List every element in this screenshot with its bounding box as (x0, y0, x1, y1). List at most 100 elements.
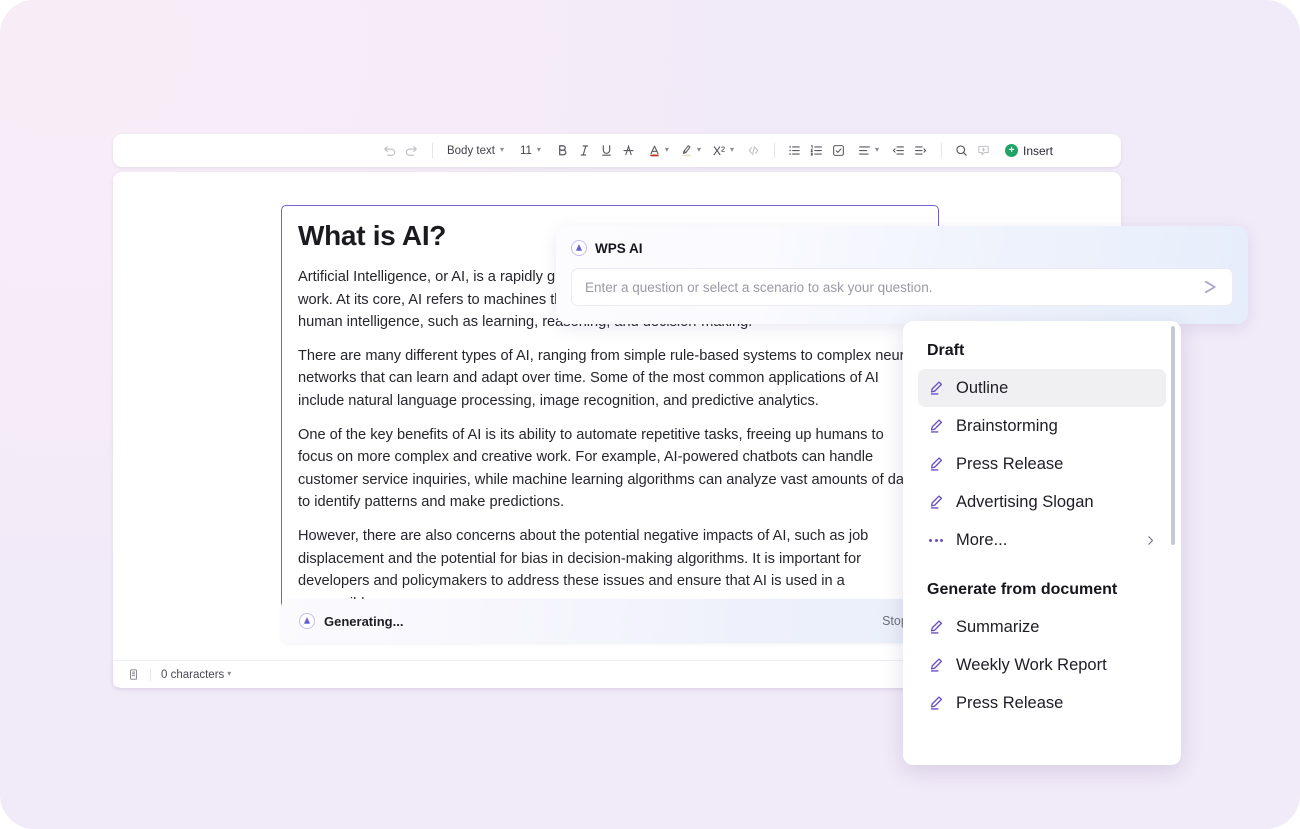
code-button[interactable] (743, 139, 765, 163)
increase-indent-icon (913, 143, 928, 158)
menu-item-label: More... (956, 530, 1008, 549)
undo-button[interactable] (379, 139, 401, 163)
font-color-button[interactable]: ▾ (644, 139, 672, 163)
menu-item-advertising-slogan[interactable]: Advertising Slogan (918, 483, 1166, 521)
pencil-icon (927, 694, 945, 712)
insert-button-label: Insert (1022, 143, 1053, 158)
font-size-label: 11 (519, 144, 532, 157)
italic-icon (577, 143, 592, 158)
pencil-icon (927, 417, 945, 435)
chevron-down-icon: ▾ (729, 145, 734, 154)
menu-item-label: Weekly Work Report (956, 655, 1107, 674)
menu-item-more[interactable]: More... (918, 521, 1166, 559)
italic-button[interactable] (574, 139, 596, 163)
align-button[interactable]: ▾ (854, 139, 882, 163)
toolbar-divider (431, 143, 433, 158)
redo-button[interactable] (401, 139, 423, 163)
strikethrough-icon (621, 143, 636, 158)
wps-ai-panel: WPS AI (556, 226, 1248, 324)
chevron-down-icon: ▾ (696, 145, 701, 154)
numbered-list-icon (809, 143, 824, 158)
insert-button[interactable]: + Insert (1004, 143, 1053, 158)
formatting-toolbar: Body text ▾ 11 ▾ ▾ ▾ X² ▾ ▾ + Insert (113, 134, 1121, 167)
font-color-icon (647, 143, 662, 158)
toolbar-divider (940, 143, 942, 158)
status-divider (150, 668, 151, 681)
decrease-indent-button[interactable] (888, 139, 910, 163)
pencil-icon (927, 656, 945, 674)
decrease-indent-icon (891, 143, 906, 158)
bold-button[interactable] (552, 139, 574, 163)
menu-item-label: Advertising Slogan (956, 492, 1094, 511)
chevron-down-icon: ▾ (536, 145, 541, 154)
code-icon (746, 143, 761, 158)
wps-ai-title: WPS AI (595, 240, 643, 256)
ai-question-input-wrapper[interactable] (571, 268, 1233, 306)
ai-question-input[interactable] (585, 279, 1190, 295)
bullet-list-icon (787, 143, 802, 158)
superscript-button[interactable]: X² ▾ (708, 139, 737, 163)
app-window: Body text ▾ 11 ▾ ▾ ▾ X² ▾ ▾ + Insert Wha… (0, 0, 1300, 829)
checklist-button[interactable] (828, 139, 850, 163)
pencil-icon (927, 455, 945, 473)
increase-indent-button[interactable] (910, 139, 932, 163)
undo-icon (382, 143, 397, 158)
bold-icon (555, 143, 570, 158)
menu-item-label: Outline (956, 378, 1009, 397)
menu-section-title-generate-from-document: Generate from document (927, 581, 1118, 598)
superscript-label: X² (712, 143, 725, 158)
checklist-icon (831, 143, 846, 158)
send-icon[interactable] (1201, 278, 1220, 297)
chevron-down-icon[interactable]: ▾ (227, 669, 231, 678)
character-count[interactable]: 0 characters (161, 669, 224, 681)
wps-ai-header: WPS AI (571, 240, 1233, 256)
menu-item-label: Press Release (956, 693, 1064, 712)
chevron-down-icon: ▾ (499, 145, 504, 154)
align-icon (857, 143, 872, 158)
chevron-down-icon: ▾ (874, 145, 879, 154)
menu-section-title-draft: Draft (927, 342, 965, 359)
ai-scenario-menu: Draft Outline Brainstorming Press Releas… (903, 321, 1181, 765)
menu-item-outline[interactable]: Outline (918, 369, 1166, 407)
highlight-button[interactable]: ▾ (676, 139, 704, 163)
menu-item-summarize[interactable]: Summarize (918, 608, 1166, 646)
document-paragraph: There are many different types of AI, ra… (298, 347, 916, 409)
menu-item-weekly-work-report[interactable]: Weekly Work Report (918, 646, 1166, 684)
wps-ai-logo-icon (299, 613, 315, 629)
menu-item-label: Summarize (956, 617, 1040, 636)
generating-label: Generating... (324, 613, 404, 629)
ai-generating-bar: Generating... Stop G (281, 599, 939, 643)
ellipsis-icon (927, 538, 945, 542)
font-size-dropdown[interactable]: 11 ▾ (515, 139, 544, 163)
menu-item-label: Press Release (956, 454, 1064, 473)
menu-item-press-release-generate[interactable]: Press Release (918, 684, 1166, 722)
pencil-icon (927, 493, 945, 511)
toolbar-divider (773, 143, 775, 158)
menu-scrollbar-thumb[interactable] (1171, 326, 1175, 545)
page-layout-icon[interactable] (127, 668, 140, 681)
search-icon (954, 143, 969, 158)
paragraph-style-label: Body text (446, 144, 495, 157)
underline-icon (599, 143, 614, 158)
paragraph-style-dropdown[interactable]: Body text ▾ (442, 139, 507, 163)
wps-ai-logo-icon (571, 240, 587, 256)
search-button[interactable] (951, 139, 973, 163)
pencil-icon (927, 618, 945, 636)
underline-button[interactable] (596, 139, 618, 163)
redo-icon (404, 143, 419, 158)
strikethrough-button[interactable] (618, 139, 640, 163)
insert-comment-button[interactable] (973, 139, 995, 163)
menu-item-press-release-draft[interactable]: Press Release (918, 445, 1166, 483)
numbered-list-button[interactable] (806, 139, 828, 163)
highlighter-icon (679, 143, 694, 158)
menu-item-brainstorming[interactable]: Brainstorming (918, 407, 1166, 445)
insert-comment-icon (976, 143, 991, 158)
menu-item-label: Brainstorming (956, 416, 1058, 435)
bullet-list-button[interactable] (784, 139, 806, 163)
chevron-down-icon: ▾ (664, 145, 669, 154)
insert-plus-icon: + (1004, 144, 1018, 157)
generating-status: Generating... (299, 613, 403, 629)
document-paragraph: One of the key benefits of AI is its abi… (298, 426, 917, 511)
chevron-right-icon (1144, 534, 1157, 547)
pencil-icon (927, 379, 945, 397)
